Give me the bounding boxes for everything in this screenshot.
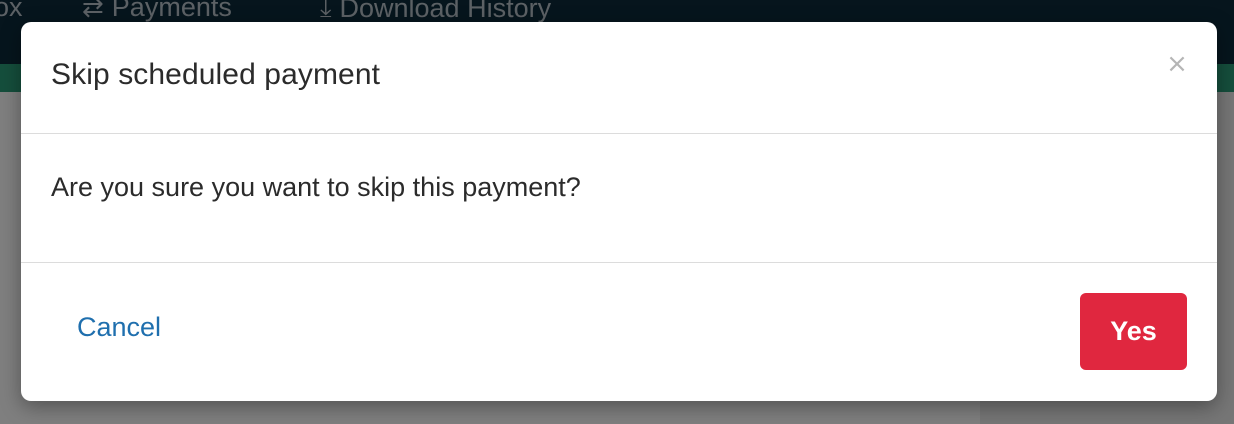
dialog-header: Skip scheduled payment × bbox=[21, 22, 1217, 134]
confirm-yes-button[interactable]: Yes bbox=[1080, 293, 1187, 370]
close-icon[interactable]: × bbox=[1165, 51, 1189, 77]
dialog-body: Are you sure you want to skip this payme… bbox=[21, 134, 1217, 263]
dialog-message: Are you sure you want to skip this payme… bbox=[51, 172, 581, 202]
skip-payment-dialog: Skip scheduled payment × Are you sure yo… bbox=[21, 22, 1217, 401]
dialog-title: Skip scheduled payment bbox=[51, 58, 381, 91]
dialog-footer: Cancel Yes bbox=[21, 263, 1217, 401]
cancel-button[interactable]: Cancel bbox=[77, 312, 161, 343]
page: ox ⇄ Payments ⤓ Download History Skip sc… bbox=[0, 0, 1234, 424]
